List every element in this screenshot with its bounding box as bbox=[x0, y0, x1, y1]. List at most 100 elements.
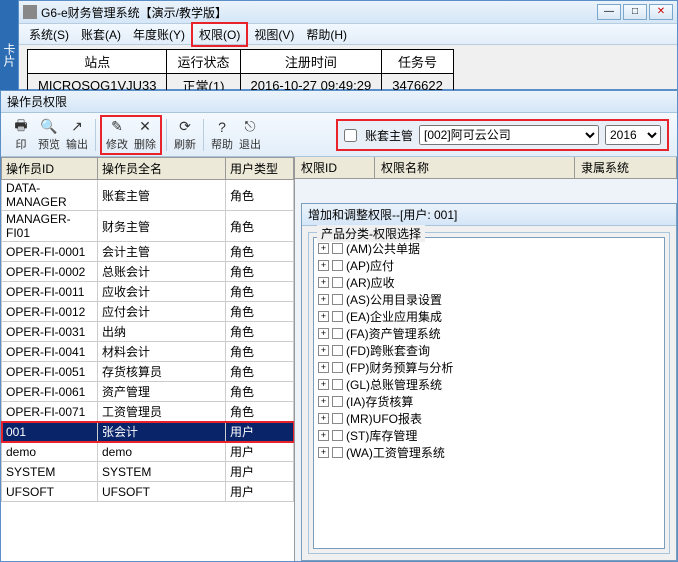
table-row[interactable]: DATA-MANAGER账套主管角色 bbox=[2, 180, 294, 211]
table-row[interactable]: OPER-FI-0031出纳角色 bbox=[2, 322, 294, 342]
tree-item[interactable]: + (FP)财务预算与分析 bbox=[316, 359, 662, 376]
menu-account[interactable]: 账套(A) bbox=[75, 24, 127, 45]
menu-system[interactable]: 系统(S) bbox=[23, 24, 75, 45]
cell-id: OPER-FI-0002 bbox=[2, 262, 98, 282]
expand-icon[interactable]: + bbox=[318, 277, 329, 288]
maximize-button[interactable]: □ bbox=[623, 4, 647, 20]
expand-icon[interactable]: + bbox=[318, 379, 329, 390]
tree-item[interactable]: + (ST)库存管理 bbox=[316, 427, 662, 444]
delete-button[interactable]: ✕删除 bbox=[131, 118, 159, 152]
menu-permission[interactable]: 权限(O) bbox=[191, 22, 248, 47]
expand-icon[interactable]: + bbox=[318, 430, 329, 441]
expand-icon[interactable]: + bbox=[318, 447, 329, 458]
table-row[interactable]: UFSOFTUFSOFT用户 bbox=[2, 482, 294, 502]
cell-name: 应收会计 bbox=[98, 282, 226, 302]
table-row[interactable]: demodemo用户 bbox=[2, 442, 294, 462]
expand-icon[interactable]: + bbox=[318, 260, 329, 271]
col-operator-id[interactable]: 操作员ID bbox=[2, 158, 98, 180]
account-admin-checkbox[interactable] bbox=[344, 129, 357, 142]
tree-checkbox[interactable] bbox=[332, 328, 343, 339]
tree-checkbox[interactable] bbox=[332, 294, 343, 305]
output-button[interactable]: ↗输出 bbox=[63, 118, 91, 152]
tree-checkbox[interactable] bbox=[332, 243, 343, 254]
menu-year[interactable]: 年度账(Y) bbox=[127, 24, 191, 45]
table-row[interactable]: OPER-FI-0011应收会计角色 bbox=[2, 282, 294, 302]
cell-type: 角色 bbox=[226, 282, 294, 302]
table-row[interactable]: OPER-FI-0071工资管理员角色 bbox=[2, 402, 294, 422]
table-row[interactable]: 001张会计用户 bbox=[2, 422, 294, 442]
expand-icon[interactable]: + bbox=[318, 311, 329, 322]
tree-item[interactable]: +(FA)资产管理系统 bbox=[316, 325, 662, 342]
cell-id: OPER-FI-0011 bbox=[2, 282, 98, 302]
col-user-type[interactable]: 用户类型 bbox=[226, 158, 294, 180]
table-row[interactable]: OPER-FI-0041材料会计角色 bbox=[2, 342, 294, 362]
filter-bar: 账套主管 [002]阿可云公司 2016 bbox=[336, 119, 669, 151]
tree-label: (ST)库存管理 bbox=[346, 427, 417, 444]
tree-item[interactable]: +(AS)公用目录设置 bbox=[316, 291, 662, 308]
expand-icon[interactable]: + bbox=[318, 294, 329, 305]
app-title: G6-e财务管理系统【演示/教学版】 bbox=[41, 4, 227, 21]
col-perm-id[interactable]: 权限ID bbox=[295, 157, 375, 178]
table-row[interactable]: OPER-FI-0051存货核算员角色 bbox=[2, 362, 294, 382]
expand-icon[interactable]: + bbox=[318, 243, 329, 254]
col-system[interactable]: 隶属系统 bbox=[575, 157, 677, 178]
cell-type: 角色 bbox=[226, 242, 294, 262]
group-legend: 产品分类-权限选择 bbox=[317, 225, 425, 242]
table-row[interactable]: MANAGER-FI01财务主管角色 bbox=[2, 211, 294, 242]
refresh-button[interactable]: ⟳刷新 bbox=[171, 118, 199, 152]
cell-type: 角色 bbox=[226, 211, 294, 242]
modify-button[interactable]: ✎修改 bbox=[103, 118, 131, 152]
tree-item[interactable]: +(AP)应付 bbox=[316, 257, 662, 274]
tree-item[interactable]: +(IA)存货核算 bbox=[316, 393, 662, 410]
tree-checkbox[interactable] bbox=[332, 362, 343, 373]
tree-checkbox[interactable] bbox=[332, 260, 343, 271]
table-row[interactable]: OPER-FI-0061资产管理角色 bbox=[2, 382, 294, 402]
cell-name: UFSOFT bbox=[98, 482, 226, 502]
cell-id: OPER-FI-0041 bbox=[2, 342, 98, 362]
separator bbox=[95, 119, 96, 151]
tree-checkbox[interactable] bbox=[332, 430, 343, 441]
expand-icon[interactable]: + bbox=[318, 362, 329, 373]
permission-tree[interactable]: +(AM)公共单据+(AP)应付+(AR)应收+(AS)公用目录设置+(EA)企… bbox=[313, 237, 665, 549]
table-row[interactable]: SYSTEMSYSTEM用户 bbox=[2, 462, 294, 482]
expand-icon[interactable]: + bbox=[318, 413, 329, 424]
exit-icon: ⎋ bbox=[241, 118, 259, 136]
main-window: G6-e财务管理系统【演示/教学版】 — □ ✕ 系统(S) 账套(A) 年度账… bbox=[18, 0, 678, 90]
tree-item[interactable]: +(MR)UFO报表 bbox=[316, 410, 662, 427]
table-row[interactable]: OPER-FI-0002总账会计角色 bbox=[2, 262, 294, 282]
entity-select[interactable]: [002]阿可云公司 bbox=[419, 125, 599, 145]
tree-checkbox[interactable] bbox=[332, 277, 343, 288]
year-select[interactable]: 2016 bbox=[605, 125, 661, 145]
preview-button[interactable]: 🔍预览 bbox=[35, 118, 63, 152]
exit-button[interactable]: ⎋退出 bbox=[236, 118, 264, 152]
menu-view[interactable]: 视图(V) bbox=[248, 24, 300, 45]
minimize-button[interactable]: — bbox=[597, 4, 621, 20]
tree-item[interactable]: +(AR)应收 bbox=[316, 274, 662, 291]
tree-item[interactable]: +(FD)跨账套查询 bbox=[316, 342, 662, 359]
col-perm-name[interactable]: 权限名称 bbox=[375, 157, 575, 178]
tree-item[interactable]: +(WA)工资管理系统 bbox=[316, 444, 662, 461]
close-button[interactable]: ✕ bbox=[649, 4, 673, 20]
tree-checkbox[interactable] bbox=[332, 396, 343, 407]
tree-checkbox[interactable] bbox=[332, 311, 343, 322]
print-button[interactable]: 🖶印 bbox=[7, 118, 35, 152]
table-row[interactable]: OPER-FI-0012应付会计角色 bbox=[2, 302, 294, 322]
col-operator-name[interactable]: 操作员全名 bbox=[98, 158, 226, 180]
tree-item[interactable]: +(EA)企业应用集成 bbox=[316, 308, 662, 325]
tree-item[interactable]: +(AM)公共单据 bbox=[316, 240, 662, 257]
tree-item[interactable]: +(GL)总账管理系统 bbox=[316, 376, 662, 393]
left-strip: 卡片 bbox=[0, 0, 18, 90]
operator-grid[interactable]: 操作员ID 操作员全名 用户类型 DATA-MANAGER账套主管角色MANAG… bbox=[1, 157, 294, 502]
tree-checkbox[interactable] bbox=[332, 345, 343, 356]
table-row[interactable]: OPER-FI-0001会计主管角色 bbox=[2, 242, 294, 262]
tree-checkbox[interactable] bbox=[332, 447, 343, 458]
expand-icon[interactable]: + bbox=[318, 345, 329, 356]
help-button[interactable]: ?帮助 bbox=[208, 118, 236, 152]
tree-checkbox[interactable] bbox=[332, 413, 343, 424]
menu-help[interactable]: 帮助(H) bbox=[300, 24, 353, 45]
expand-icon[interactable]: + bbox=[318, 396, 329, 407]
tree-checkbox[interactable] bbox=[332, 379, 343, 390]
cell-type: 角色 bbox=[226, 342, 294, 362]
tree-label: (FP)财务预算与分析 bbox=[346, 359, 453, 376]
expand-icon[interactable]: + bbox=[318, 328, 329, 339]
